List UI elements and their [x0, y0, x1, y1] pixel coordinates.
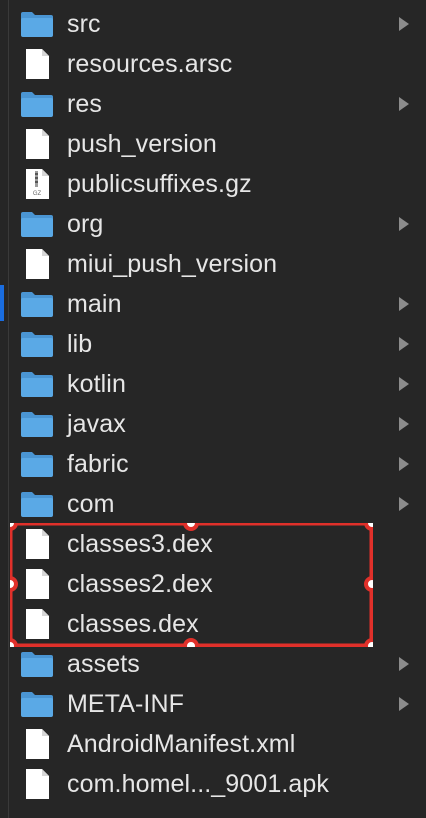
file-list: src resources.arsc res push_version GZ public…	[0, 4, 426, 804]
folder-row[interactable]: src	[0, 4, 426, 44]
chevron-right-icon[interactable]	[398, 497, 410, 511]
folder-row[interactable]: kotlin	[0, 364, 426, 404]
item-label: com	[67, 489, 115, 518]
item-label: classes.dex	[67, 609, 199, 638]
folder-icon	[20, 648, 54, 680]
folder-icon	[20, 368, 54, 400]
document-icon	[20, 568, 54, 600]
file-row[interactable]: classes2.dex	[0, 564, 426, 604]
document-icon	[20, 728, 54, 760]
document-icon	[20, 248, 54, 280]
chevron-right-icon[interactable]	[398, 417, 410, 431]
folder-row[interactable]: fabric	[0, 444, 426, 484]
folder-icon	[20, 8, 54, 40]
folder-row[interactable]: main	[0, 284, 426, 324]
document-icon	[20, 128, 54, 160]
item-label: res	[67, 89, 103, 118]
item-label: resources.arsc	[67, 49, 233, 78]
document-icon	[20, 48, 54, 80]
item-label: fabric	[67, 449, 129, 478]
file-row[interactable]: classes3.dex	[0, 524, 426, 564]
item-label: org	[67, 209, 104, 238]
item-label: javax	[67, 409, 126, 438]
item-label: AndroidManifest.xml	[67, 729, 296, 758]
document-icon	[20, 608, 54, 640]
gz-archive-icon: GZ	[20, 168, 54, 200]
document-icon	[20, 768, 54, 800]
folder-icon	[20, 288, 54, 320]
item-label: kotlin	[67, 369, 126, 398]
chevron-right-icon[interactable]	[398, 17, 410, 31]
chevron-right-icon[interactable]	[398, 457, 410, 471]
file-row[interactable]: GZ publicsuffixes.gz	[0, 164, 426, 204]
chevron-right-icon[interactable]	[398, 297, 410, 311]
item-label: miui_push_version	[67, 249, 278, 278]
folder-row[interactable]: org	[0, 204, 426, 244]
folder-icon	[20, 88, 54, 120]
folder-row[interactable]: javax	[0, 404, 426, 444]
item-label: main	[67, 289, 122, 318]
item-label: com.homel..._9001.apk	[67, 769, 329, 798]
item-label: src	[67, 9, 101, 38]
chevron-right-icon[interactable]	[398, 657, 410, 671]
chevron-right-icon[interactable]	[398, 377, 410, 391]
finder-column-window: src resources.arsc res push_version GZ public…	[0, 0, 426, 818]
folder-row[interactable]: lib	[0, 324, 426, 364]
item-label: publicsuffixes.gz	[67, 169, 252, 198]
item-label: push_version	[67, 129, 217, 158]
item-label: META-INF	[67, 689, 184, 718]
file-row[interactable]: push_version	[0, 124, 426, 164]
folder-row[interactable]: assets	[0, 644, 426, 684]
document-icon	[20, 528, 54, 560]
file-row[interactable]: miui_push_version	[0, 244, 426, 284]
item-label: lib	[67, 329, 93, 358]
file-row[interactable]: resources.arsc	[0, 44, 426, 84]
item-label: classes2.dex	[67, 569, 213, 598]
folder-row[interactable]: com	[0, 484, 426, 524]
folder-icon	[20, 688, 54, 720]
folder-row[interactable]: res	[0, 84, 426, 124]
folder-icon	[20, 488, 54, 520]
item-label: assets	[67, 649, 140, 678]
file-row[interactable]: AndroidManifest.xml	[0, 724, 426, 764]
folder-icon	[20, 408, 54, 440]
folder-icon	[20, 328, 54, 360]
chevron-right-icon[interactable]	[398, 337, 410, 351]
file-row[interactable]: com.homel..._9001.apk	[0, 764, 426, 804]
item-label: classes3.dex	[67, 529, 213, 558]
chevron-right-icon[interactable]	[398, 697, 410, 711]
svg-text:GZ: GZ	[33, 191, 42, 197]
folder-icon	[20, 448, 54, 480]
folder-icon	[20, 208, 54, 240]
chevron-right-icon[interactable]	[398, 217, 410, 231]
file-row[interactable]: classes.dex	[0, 604, 426, 644]
chevron-right-icon[interactable]	[398, 97, 410, 111]
folder-row[interactable]: META-INF	[0, 684, 426, 724]
